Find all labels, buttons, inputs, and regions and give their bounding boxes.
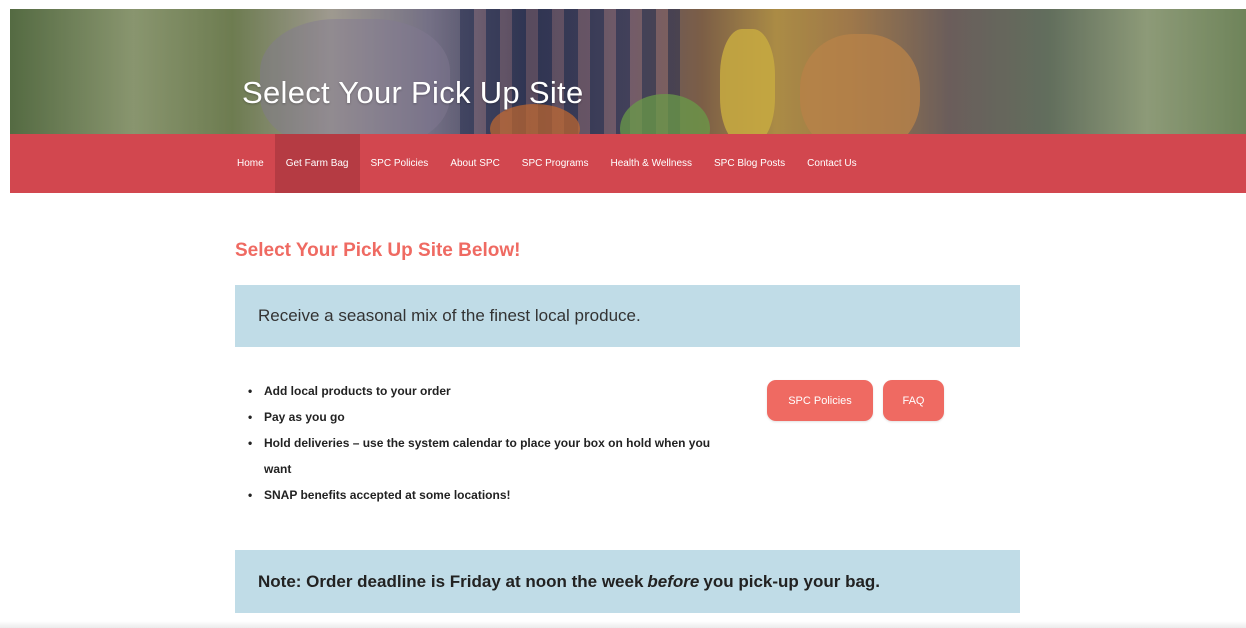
hero-overlay: [10, 9, 1246, 134]
order-deadline-note: Note: Order deadline is Friday at noon t…: [235, 550, 1020, 613]
page-title: Select Your Pick Up Site: [242, 75, 584, 110]
note-text-emphasis: before: [647, 571, 700, 591]
bullet-icon: •: [248, 488, 253, 502]
intro-box: Receive a seasonal mix of the finest loc…: [235, 285, 1020, 347]
note-text-start: Note: Order deadline is Friday at noon t…: [258, 571, 644, 591]
note-text-end: you pick-up your bag.: [703, 571, 881, 591]
nav-item-about-spc[interactable]: About SPC: [439, 134, 510, 193]
list-item: • Hold deliveries – use the system calend…: [248, 430, 728, 482]
page: Select Your Pick Up Site Home Get Farm B…: [0, 0, 1246, 628]
nav-item-health-wellness[interactable]: Health & Wellness: [599, 134, 703, 193]
list-item-text: SNAP benefits accepted at some locations…: [264, 488, 511, 502]
spc-policies-button[interactable]: SPC Policies: [767, 380, 873, 421]
nav-item-spc-policies[interactable]: SPC Policies: [360, 134, 440, 193]
section-heading: Select Your Pick Up Site Below!: [235, 240, 521, 261]
bullet-icon: •: [248, 436, 253, 450]
bullet-icon: •: [248, 384, 253, 398]
list-item-text: Hold deliveries – use the system calenda…: [264, 436, 711, 476]
faq-button[interactable]: FAQ: [883, 380, 944, 421]
list-item-text: Add local products to your order: [264, 384, 451, 398]
main-nav: Home Get Farm Bag SPC Policies About SPC…: [10, 134, 1246, 193]
list-item: • Pay as you go: [248, 404, 728, 430]
feature-list: • Add local products to your order • Pay a…: [248, 378, 728, 508]
nav-item-spc-blog-posts[interactable]: SPC Blog Posts: [703, 134, 796, 193]
page-bottom-shadow: [0, 621, 1246, 628]
nav-item-contact-us[interactable]: Contact Us: [796, 134, 867, 193]
bullet-icon: •: [248, 410, 253, 424]
list-item-text: Pay as you go: [264, 410, 345, 424]
list-item: • SNAP benefits accepted at some location…: [248, 482, 728, 508]
intro-text: Receive a seasonal mix of the finest loc…: [258, 306, 641, 325]
nav-list: Home Get Farm Bag SPC Policies About SPC…: [226, 134, 868, 193]
nav-item-home[interactable]: Home: [226, 134, 275, 193]
hero-banner: Select Your Pick Up Site: [10, 9, 1246, 134]
nav-item-spc-programs[interactable]: SPC Programs: [511, 134, 600, 193]
nav-item-get-farm-bag[interactable]: Get Farm Bag: [274, 134, 360, 193]
list-item: • Add local products to your order: [248, 378, 728, 404]
